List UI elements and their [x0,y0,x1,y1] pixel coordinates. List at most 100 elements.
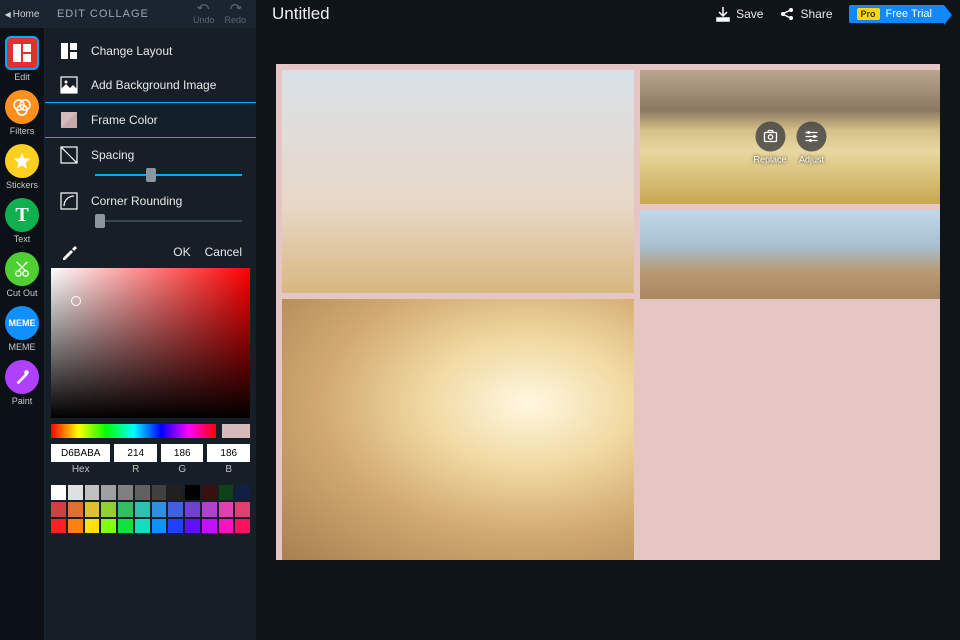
text-icon: T [5,198,39,232]
r-input[interactable] [114,444,157,462]
hue-slider[interactable] [51,424,216,438]
palette-swatch[interactable] [202,519,217,534]
g-input[interactable] [161,444,204,462]
save-button[interactable]: Save [715,6,763,22]
home-label: Home [13,9,40,20]
palette-swatch[interactable] [101,502,116,517]
palette-swatch[interactable] [235,485,250,500]
rail-filters[interactable]: Filters [4,90,40,136]
palette-swatch[interactable] [68,502,83,517]
palette-swatch[interactable] [85,519,100,534]
spacing-slider[interactable] [45,172,256,184]
palette-swatch[interactable] [152,485,167,500]
palette-swatch[interactable] [51,485,66,500]
undo-icon [197,3,211,15]
rail-meme[interactable]: MEME MEME [4,306,40,352]
eyedropper-icon[interactable] [59,242,79,262]
palette-swatch[interactable] [118,519,133,534]
spacing-row[interactable]: Spacing [45,138,256,172]
palette-swatch[interactable] [235,502,250,517]
palette-swatch[interactable] [68,485,83,500]
image-icon [59,75,79,95]
palette-swatch[interactable] [219,502,234,517]
palette-swatch[interactable] [152,519,167,534]
stickers-icon [5,144,39,178]
share-button[interactable]: Share [779,6,832,22]
palette-swatch[interactable] [68,519,83,534]
palette-swatch[interactable] [152,502,167,517]
palette-swatch[interactable] [51,519,66,534]
meme-icon: MEME [5,306,39,340]
project-title[interactable]: Untitled [272,4,695,24]
palette-swatch[interactable] [101,519,116,534]
download-icon [715,6,731,22]
adjust-icon [797,122,827,152]
spacing-icon [59,145,79,165]
corner-slider[interactable] [45,218,256,230]
palette-swatch[interactable] [101,485,116,500]
cutout-icon [5,252,39,286]
sv-cursor [71,296,81,306]
palette-swatch[interactable] [135,519,150,534]
rail-paint[interactable]: Paint [4,360,40,406]
palette-swatch[interactable] [202,502,217,517]
replace-button[interactable]: Replace [754,122,787,165]
palette-swatch[interactable] [185,502,200,517]
collage-cell-2[interactable] [282,70,634,293]
share-icon [779,6,795,22]
palette-swatch[interactable] [235,519,250,534]
palette-swatch[interactable] [219,519,234,534]
collage-cell-3[interactable] [640,210,940,299]
add-bg-row[interactable]: Add Background Image [45,68,256,102]
palette-swatch[interactable] [135,502,150,517]
palette-swatch[interactable] [202,485,217,500]
palette-swatch[interactable] [168,519,183,534]
layout-icon [59,41,79,61]
rail-edit[interactable]: Edit [4,36,40,82]
palette-swatch[interactable] [118,485,133,500]
frame-color-row[interactable]: Frame Color [45,102,256,138]
collage-canvas[interactable]: Replace Adjust [276,64,940,560]
palette-swatch[interactable] [118,502,133,517]
palette-swatch[interactable] [85,502,100,517]
b-input[interactable] [207,444,250,462]
pro-trial-badge[interactable]: Pro Free Trial [849,5,944,23]
photo-3 [640,210,940,299]
change-layout-row[interactable]: Change Layout [45,34,256,68]
palette-swatch[interactable] [168,485,183,500]
palette-swatch[interactable] [85,485,100,500]
panel-title: EDIT COLLAGE [57,8,149,20]
home-button[interactable]: ◀ Home [0,0,44,28]
rail-stickers[interactable]: Stickers [4,144,40,190]
rail-text[interactable]: T Text [4,198,40,244]
undo-button[interactable]: Undo [193,3,215,25]
filters-icon [5,90,39,124]
main-area: Untitled Save Share Pro Free Trial [256,0,960,640]
corner-rounding-row[interactable]: Corner Rounding [45,184,256,218]
palette-swatch[interactable] [51,502,66,517]
ok-button[interactable]: OK [173,245,190,259]
paint-icon [5,360,39,394]
cancel-button[interactable]: Cancel [205,245,242,259]
adjust-button[interactable]: Adjust [797,122,827,165]
current-color-swatch [222,424,250,438]
saturation-value-box[interactable] [51,268,250,418]
redo-button[interactable]: Redo [224,3,246,25]
redo-icon [228,3,242,15]
photo-4 [282,299,634,560]
color-picker: Hex R G B [45,268,256,543]
replace-icon [755,122,785,152]
palette-swatch[interactable] [185,485,200,500]
palette-swatch[interactable] [135,485,150,500]
collage-cell-1[interactable]: Replace Adjust [640,70,940,204]
color-palette [51,485,250,533]
edit-icon [5,36,39,70]
palette-swatch[interactable] [185,519,200,534]
palette-swatch[interactable] [219,485,234,500]
hex-input[interactable] [51,444,111,462]
palette-swatch[interactable] [168,502,183,517]
collage-cell-4[interactable] [282,299,634,560]
photo-2 [282,70,634,293]
rail-cutout[interactable]: Cut Out [4,252,40,298]
corner-icon [59,191,79,211]
